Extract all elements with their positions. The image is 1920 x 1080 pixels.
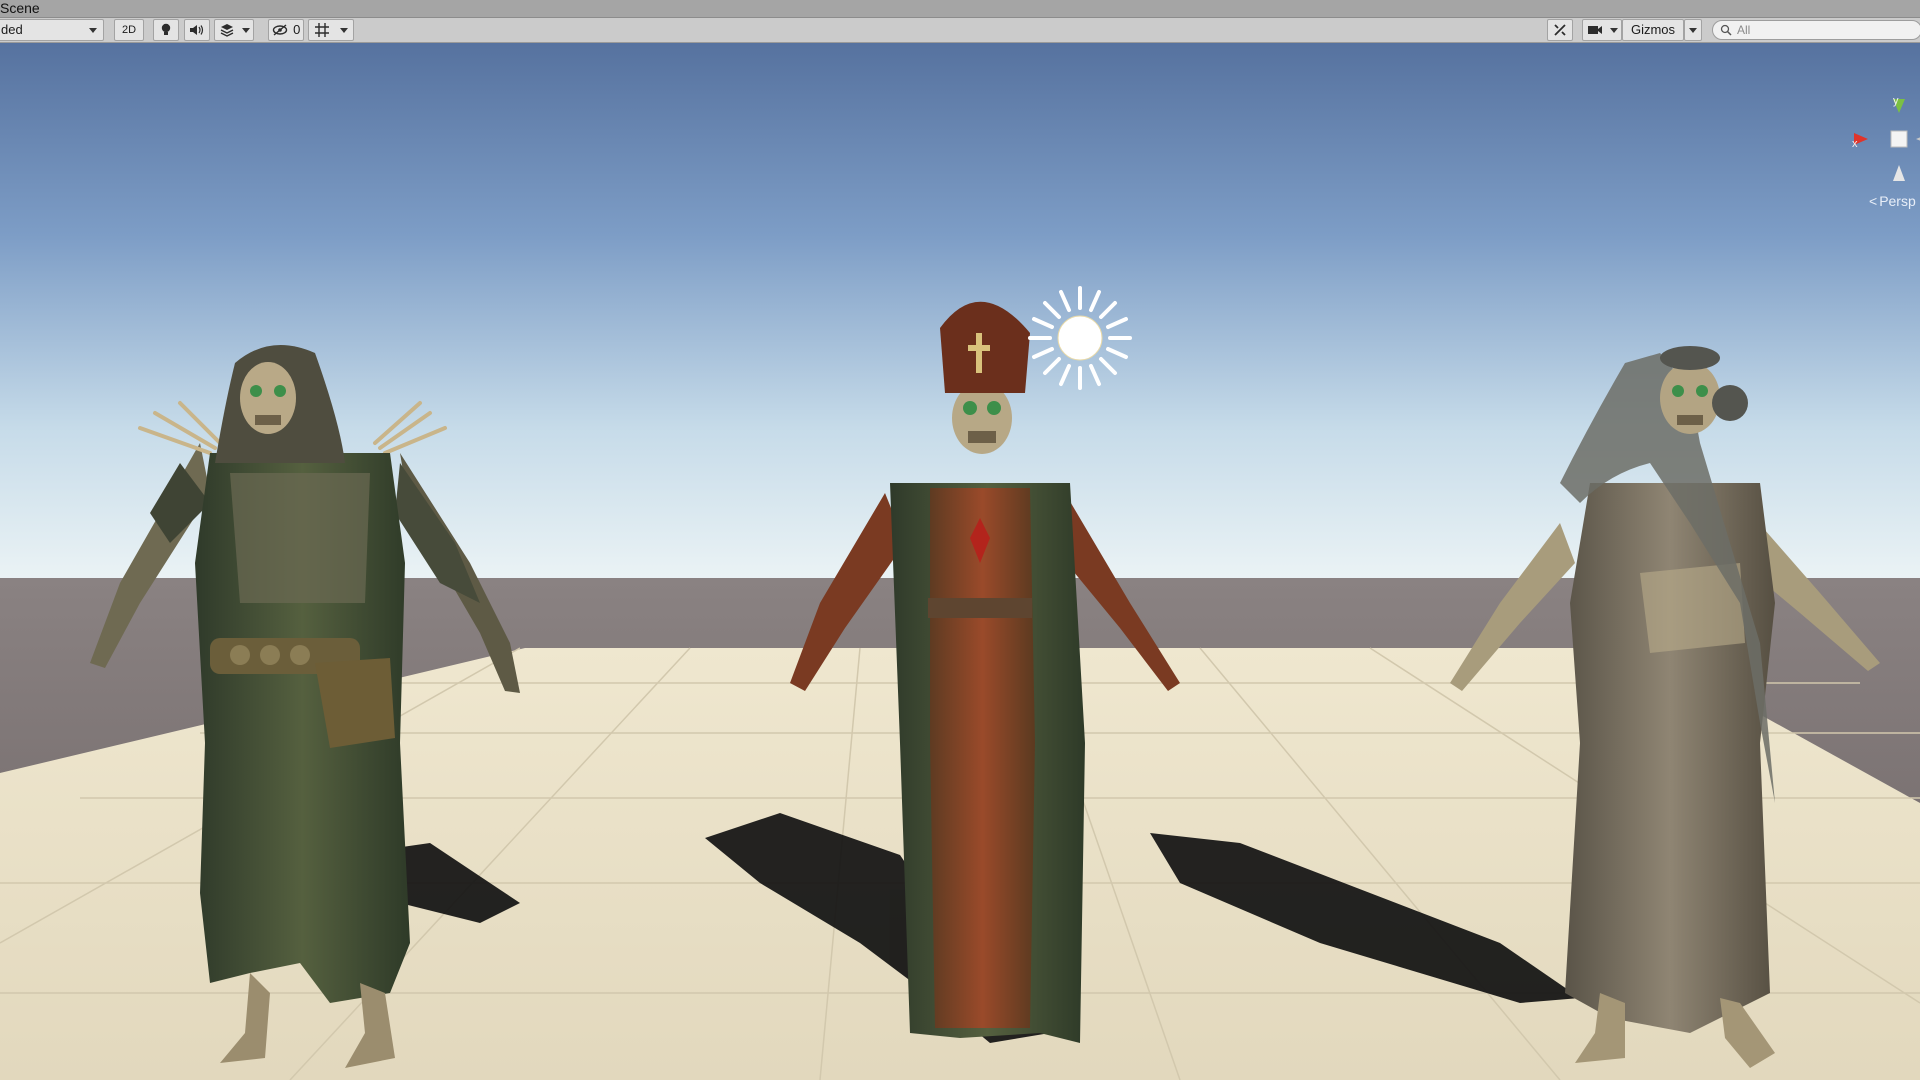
- camera-settings-dropdown[interactable]: [1582, 19, 1622, 41]
- chevron-down-icon: [1609, 27, 1618, 33]
- chevron-down-icon: [340, 27, 348, 33]
- gizmos-label: Gizmos: [1630, 22, 1676, 37]
- scene-render: [0, 43, 1920, 1080]
- projection-toggle[interactable]: < Persp: [1869, 193, 1916, 209]
- tools-icon: [1554, 24, 1566, 36]
- eye-hidden-icon: [272, 24, 287, 36]
- lightbulb-icon: [161, 23, 171, 35]
- shading-mode-dropdown[interactable]: ded: [0, 19, 104, 41]
- camera-icon: [1587, 26, 1602, 34]
- x-neg-cone: [1916, 137, 1920, 141]
- axis-x-label: x: [1852, 138, 1858, 150]
- chevron-down-icon: [1689, 27, 1697, 33]
- projection-label: Persp: [1879, 193, 1916, 209]
- orientation-gizmo[interactable]: [1846, 91, 1920, 181]
- scene-tab[interactable]: Scene: [0, 0, 1920, 18]
- hidden-objects-count: 0: [293, 22, 301, 37]
- search-icon: [1720, 24, 1732, 36]
- gizmo-center-cube: [1890, 130, 1908, 148]
- search-placeholder: All: [1737, 23, 1751, 37]
- hidden-objects-toggle[interactable]: 0: [268, 19, 304, 41]
- effects-dropdown[interactable]: [214, 19, 254, 41]
- z-axis-cone: [1893, 165, 1905, 181]
- grid-icon: [315, 23, 329, 37]
- gizmos-button[interactable]: Gizmos: [1622, 19, 1684, 41]
- toggle-2d-label: 2D: [121, 24, 137, 36]
- gizmos-dropdown[interactable]: [1684, 19, 1702, 41]
- scene-viewport[interactable]: y x < Persp: [0, 43, 1920, 1080]
- scene-toolbar: ded 2D 0 Gizmos All: [0, 18, 1920, 43]
- effects-layers-icon: [220, 24, 233, 37]
- toggle-2d-button[interactable]: 2D: [114, 19, 144, 41]
- sun-light-icon: [1028, 286, 1132, 390]
- shading-mode-label: ded: [1, 22, 23, 37]
- tools-button[interactable]: [1547, 19, 1573, 41]
- chevron-down-icon: [241, 27, 250, 33]
- chevron-down-icon: [89, 27, 97, 33]
- scene-search-input[interactable]: All: [1712, 20, 1920, 40]
- grid-snapping-dropdown[interactable]: [308, 19, 354, 41]
- scene-tab-label: Scene: [0, 0, 40, 16]
- chevron-left-icon: <: [1869, 193, 1878, 209]
- audio-toggle-button[interactable]: [184, 19, 210, 41]
- axis-y-label: y: [1893, 95, 1899, 107]
- lighting-toggle-button[interactable]: [153, 19, 179, 41]
- speaker-icon: [190, 25, 204, 35]
